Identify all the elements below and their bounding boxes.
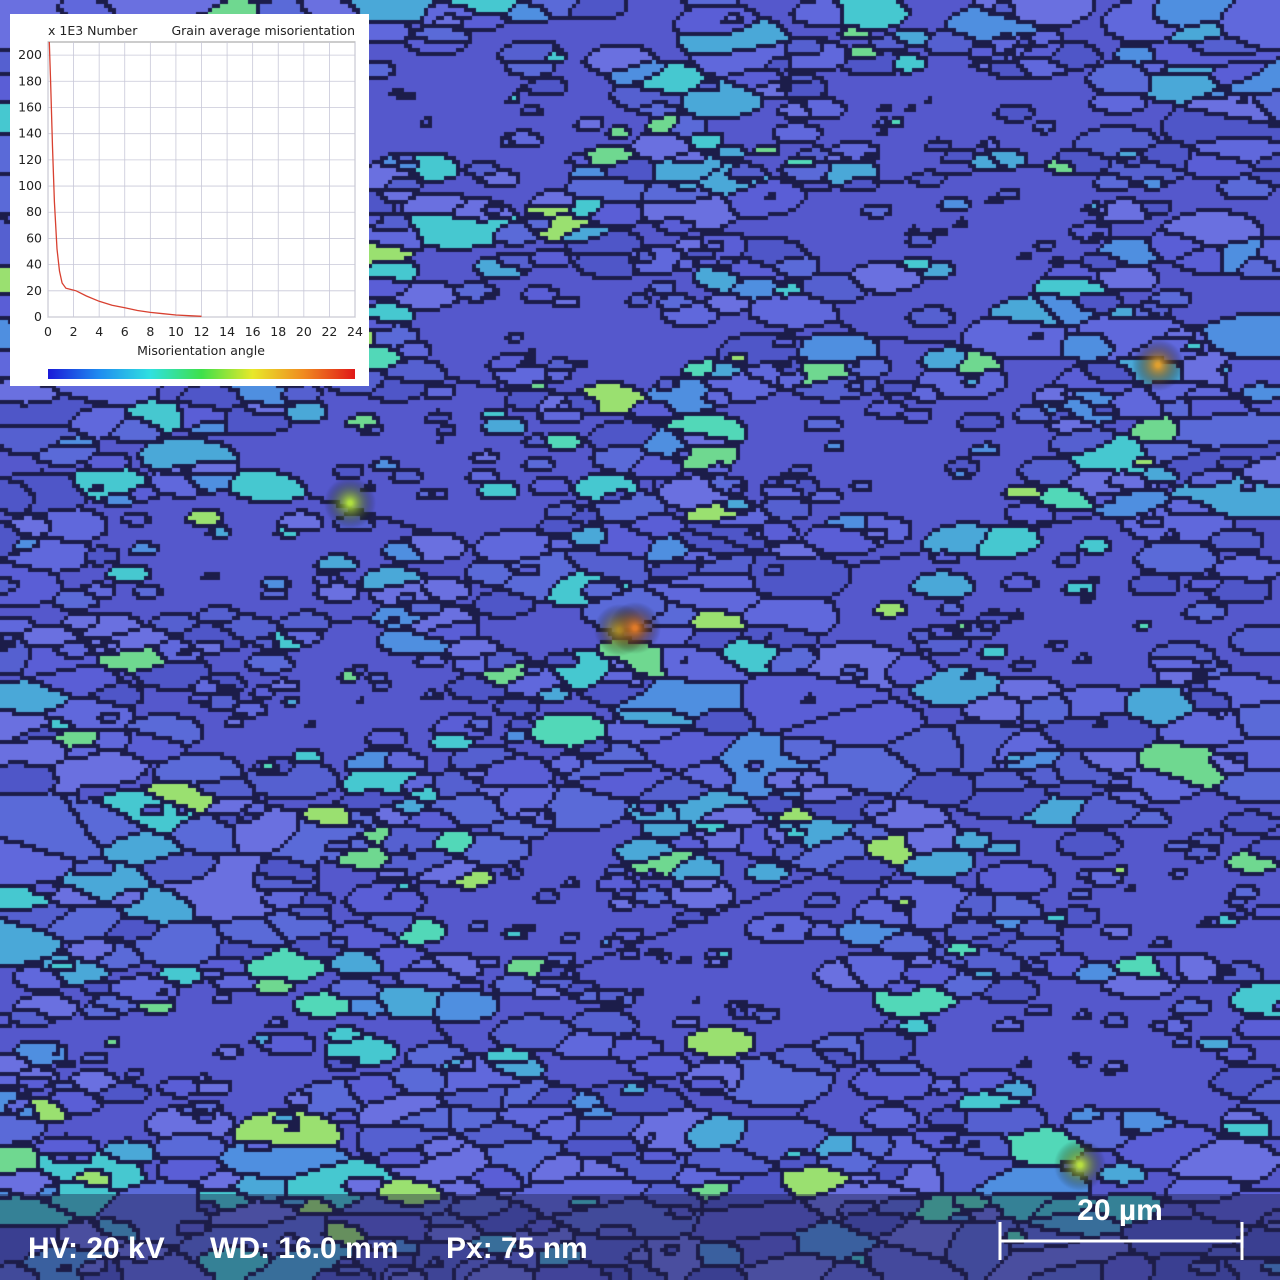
y-tick-label: 80 [26, 204, 42, 219]
chart-unit-label: x 1E3 Number [48, 23, 138, 38]
y-tick-label: 140 [18, 126, 42, 141]
y-tick-label: 0 [34, 309, 42, 324]
x-tick-label: 16 [245, 324, 261, 339]
chart-x-ticks: 0 2 4 6 8 10 12 14 16 18 20 22 24 [44, 324, 363, 339]
misorientation-chart: x 1E3 Number Grain average misorientatio… [18, 23, 363, 379]
hv-readout: HV: 20 kV [28, 1232, 165, 1265]
y-tick-label: 100 [18, 178, 42, 193]
y-tick-label: 120 [18, 152, 42, 167]
chart-grid [47, 41, 356, 318]
y-tick-label: 160 [18, 99, 42, 114]
scale-bar [998, 1222, 1244, 1260]
x-tick-label: 4 [95, 324, 103, 339]
chart-y-ticks: 0 20 40 60 80 100 120 140 160 180 200 [18, 47, 42, 324]
chart-title: Grain average misorientation [171, 23, 355, 38]
colorbar [48, 369, 355, 379]
x-tick-label: 10 [168, 324, 184, 339]
x-tick-label: 14 [219, 324, 235, 339]
wd-readout: WD: 16.0 mm [210, 1232, 399, 1265]
px-readout: Px: 75 nm [446, 1232, 588, 1265]
y-tick-label: 180 [18, 73, 42, 88]
inset-chart-panel: x 1E3 Number Grain average misorientatio… [10, 14, 369, 386]
y-tick-label: 40 [26, 257, 42, 272]
x-tick-label: 20 [296, 324, 312, 339]
x-tick-label: 24 [347, 324, 363, 339]
x-tick-label: 6 [121, 324, 129, 339]
x-tick-label: 8 [146, 324, 154, 339]
chart-x-axis-label: Misorientation angle [137, 343, 265, 358]
x-tick-label: 0 [44, 324, 52, 339]
x-tick-label: 18 [270, 324, 286, 339]
chart-series-line [48, 41, 202, 317]
x-tick-label: 2 [70, 324, 78, 339]
x-tick-label: 12 [194, 324, 210, 339]
y-tick-label: 60 [26, 230, 42, 245]
x-tick-label: 22 [321, 324, 337, 339]
y-tick-label: 200 [18, 47, 42, 62]
y-tick-label: 20 [26, 283, 42, 298]
